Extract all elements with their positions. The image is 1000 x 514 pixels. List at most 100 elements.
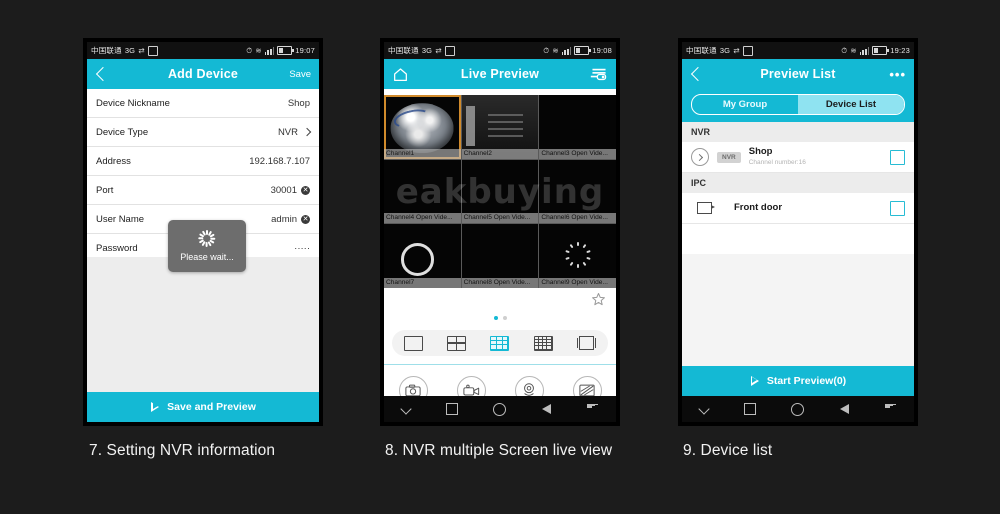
video-cell[interactable]: Channel3 Open Vide...	[539, 95, 616, 159]
page-title: Live Preview	[460, 67, 540, 81]
recents-icon[interactable]	[445, 403, 458, 415]
clock-label: 19:07	[295, 46, 315, 55]
sync-icon: ⇄	[733, 46, 740, 55]
video-cell[interactable]: Channel6 Open Vide...	[539, 159, 616, 224]
video-grid: Channel1 Channel2 Channel3 Open Vide... …	[384, 95, 616, 288]
video-cell[interactable]: Channel8 Open Vide...	[461, 224, 539, 288]
spinner-icon	[198, 230, 216, 247]
row-label: Device Type	[96, 126, 149, 138]
tab-my-group[interactable]: My Group	[692, 95, 798, 114]
title-bar: Add Device Save	[87, 59, 319, 89]
back-button[interactable]	[690, 66, 706, 82]
loading-toast: Please wait...	[168, 220, 246, 272]
channel-caption: Channel9 Open Vide...	[539, 278, 616, 288]
phone-2-screen: 中国联通 3G ⇄ ⏱ ≋ 19:08 Live Preview Channel…	[384, 42, 616, 422]
camera-preview-ring	[400, 243, 435, 277]
group-header-nvr: NVR	[682, 122, 914, 142]
video-cell[interactable]: Channel4 Open Vide...	[384, 159, 461, 224]
row-value: 30001	[270, 184, 297, 196]
favorite-star-icon[interactable]	[591, 292, 606, 307]
phone-1: 中国联通 3G ⇄ ⏱ ≋ 19:07 Add Device Save Devi…	[83, 38, 323, 426]
device-subtitle: Channel number:16	[748, 159, 806, 167]
recents-icon[interactable]	[743, 403, 756, 415]
device-checkbox[interactable]	[890, 149, 905, 165]
home-nav-icon[interactable]	[493, 402, 507, 416]
back-nav-icon[interactable]	[840, 404, 850, 414]
network-label: 3G	[421, 46, 433, 55]
alarm-icon: ⏱	[841, 45, 848, 55]
form-row-device-type[interactable]: Device Type NVR	[87, 118, 319, 147]
android-nav-bar	[384, 396, 616, 422]
phone-1-screen: 中国联通 3G ⇄ ⏱ ≋ 19:07 Add Device Save Devi…	[87, 42, 319, 422]
caption-2: 8. NVR multiple Screen live view	[385, 442, 613, 459]
camera-preview-dots	[564, 241, 591, 268]
layout-four-button[interactable]	[447, 335, 467, 351]
video-cell[interactable]: Channel2	[461, 95, 539, 159]
channel-caption: Channel1	[384, 148, 461, 159]
wifi-icon: ≋	[850, 46, 857, 55]
keyboard-hide-icon[interactable]	[885, 403, 897, 415]
video-cell[interactable]: Channel5 Open Vide...	[461, 159, 539, 224]
list-filler	[682, 254, 914, 366]
screenshot-icon	[742, 45, 753, 56]
save-button[interactable]: Save	[289, 69, 311, 80]
form-row-port[interactable]: Port 30001 ✕	[87, 176, 319, 205]
layout-fullscreen-button[interactable]	[576, 336, 596, 350]
carrier-label: 中国联通	[686, 46, 717, 55]
playback-list-button[interactable]	[590, 67, 608, 82]
tab-device-list[interactable]: Device List	[798, 95, 904, 114]
chevron-left-icon	[95, 66, 111, 82]
clock-label: 19:23	[890, 46, 910, 55]
caption-1: 7. Setting NVR information	[89, 442, 276, 459]
clock-label: 19:08	[592, 46, 612, 55]
collapse-icon[interactable]	[698, 403, 710, 415]
device-row-shop[interactable]: NVR Shop Channel number:16	[682, 142, 914, 173]
group-header-ipc: IPC	[682, 173, 914, 193]
home-nav-icon[interactable]	[791, 402, 805, 416]
signal-icon	[859, 46, 870, 55]
layout-nine-button[interactable]	[490, 335, 510, 351]
camera-icon	[405, 384, 421, 396]
row-value: 192.168.7.107	[249, 155, 310, 167]
layout-single-button[interactable]	[404, 335, 424, 351]
playback-list-icon	[590, 68, 607, 80]
row-label: Port	[96, 184, 114, 196]
home-button[interactable]	[392, 67, 409, 82]
clear-icon[interactable]: ✕	[301, 185, 310, 195]
android-nav-bar	[682, 396, 914, 422]
device-name: Shop	[748, 146, 773, 158]
channel-caption: Channel6 Open Vide...	[539, 213, 616, 224]
image-adjust-icon	[579, 384, 595, 396]
expand-button[interactable]	[691, 148, 709, 166]
device-row-front-door[interactable]: Front door	[682, 193, 914, 224]
clear-icon[interactable]: ✕	[301, 214, 310, 224]
keyboard-hide-icon[interactable]	[587, 403, 599, 415]
collapse-icon[interactable]	[400, 403, 412, 415]
video-cell[interactable]: Channel1	[384, 95, 461, 159]
video-cell[interactable]: Channel7	[384, 224, 461, 288]
row-value: NVR	[277, 126, 298, 138]
video-cell[interactable]: Channel9 Open Vide...	[539, 224, 616, 288]
device-type-badge: NVR	[717, 151, 741, 163]
page-dot-active[interactable]	[493, 316, 498, 320]
phone-3-screen: 中国联通 3G ⇄ ⏱ ≋ 19:23 Preview List ••• My …	[682, 42, 914, 422]
caption-3: 9. Device list	[683, 442, 773, 459]
device-checkbox[interactable]	[890, 200, 905, 216]
layout-sixteen-button[interactable]	[533, 335, 553, 351]
back-button[interactable]	[95, 66, 111, 82]
signal-icon	[264, 46, 275, 55]
save-and-preview-button[interactable]: Save and Preview	[87, 392, 319, 422]
channel-caption: Channel2	[461, 148, 539, 159]
form-row-nickname[interactable]: Device Nickname Shop	[87, 89, 319, 118]
preview-controls	[384, 288, 616, 405]
form-row-address[interactable]: Address 192.168.7.107	[87, 147, 319, 176]
screenshot-icon	[444, 45, 455, 56]
start-preview-button[interactable]: Start Preview(0)	[682, 366, 914, 396]
more-button[interactable]: •••	[889, 67, 906, 82]
page-dot[interactable]	[502, 316, 507, 320]
page-title: Preview List	[760, 67, 836, 81]
back-nav-icon[interactable]	[542, 404, 552, 414]
carrier-label: 中国联通	[91, 46, 122, 55]
cta-label: Save and Preview	[167, 401, 256, 413]
row-value: Shop	[287, 97, 310, 109]
